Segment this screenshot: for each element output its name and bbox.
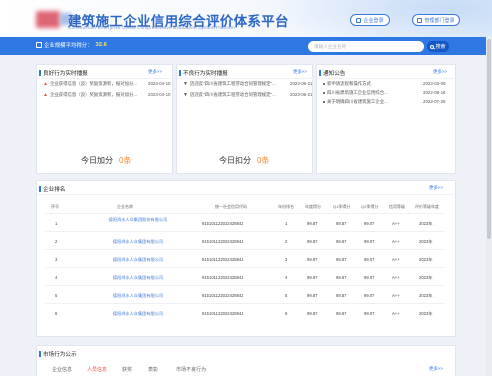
site-logo (36, 11, 60, 28)
today-plus-count: 0条 (119, 156, 132, 165)
site-header: 建筑施工企业信用综合评价体系平台 Construction Enterprise… (0, 0, 492, 37)
tab-bad-market-behavior[interactable]: 市场不良行为 (176, 366, 206, 373)
more-link[interactable]: 更多>> (433, 69, 447, 75)
list-item[interactable]: ▲ 企业获得信息（良）奖励资源积，报对加分... (43, 92, 137, 98)
more-link[interactable]: 更多>> (429, 366, 443, 372)
good-behavior-panel: 良好行为实时播报 更多>> ▲ 企业获得信息（良）奖励资源积，报对加分... 2… (36, 64, 174, 174)
more-link[interactable]: 更多>> (148, 69, 162, 75)
building-icon (356, 17, 362, 23)
company-name-link[interactable]: 德阳鸿水人众集团有限公司 (102, 293, 174, 298)
company-name-link[interactable]: 德阳鸿水人众集团有限公司 (102, 275, 174, 280)
tab-enterprise-info[interactable]: 企业信息 (52, 366, 72, 373)
company-name-link[interactable]: 德阳鸿水人众集团股份有限公司 (102, 217, 174, 222)
average-score-value: 32.6 (95, 42, 107, 48)
list-item[interactable]: ▼ 因违反"四川省建筑工程劳动合同管理规定"... (183, 81, 283, 87)
score-search-bar: 企业规模平均得分： 32.6 搜索 (0, 37, 492, 55)
company-name-link[interactable]: 德阳鸿水人众集团有限公司 (102, 239, 174, 244)
today-minus: 今日扣分 0条 (219, 156, 270, 165)
search-button[interactable]: 搜索 (427, 41, 449, 52)
panel-title: 不良行为实时播报 (179, 69, 228, 77)
tab-personnel-info[interactable]: 人员信息 (87, 366, 107, 373)
bullet-icon (323, 92, 325, 94)
table-header: 序号 企业名称 统一社会信用代码 年份排名 年度得分 Q1季得分 Q2季得分 信… (51, 204, 439, 209)
admin-login-button[interactable]: 管理部门登录 (412, 14, 460, 26)
company-name-link[interactable]: 德阳鸿水人众集团有限公司 (102, 257, 174, 262)
table-row[interactable]: 3 德阳鸿水人众集团有限公司 91510112202242884J 3 99.8… (45, 249, 445, 267)
scrollbar-thumb[interactable] (487, 39, 491, 239)
list-item[interactable]: 新申请流程和操作方式 (323, 81, 371, 87)
table-row[interactable]: 1 德阳鸿水人众集团股份有限公司 91510112202242884J 1 99… (45, 213, 445, 231)
average-score: 企业规模平均得分： 32.6 (36, 41, 107, 49)
thumb-down-icon: ▼ (183, 92, 188, 98)
panel-title: 市场行为公示 (39, 350, 77, 358)
panel-title: 通知公告 (318, 69, 346, 77)
table-row[interactable]: 6 德阳鸿水人众集团有限公司 91510112202242884J 6 99.8… (45, 303, 445, 321)
thumb-up-icon: ▲ (43, 81, 48, 87)
panel-title: 企业排名 (38, 185, 66, 193)
search-icon (430, 44, 435, 49)
thumb-down-icon: ▼ (183, 81, 188, 87)
list-item[interactable]: 关于明确四川省建筑施工企业... (323, 99, 388, 105)
thumb-up-icon: ▲ (43, 92, 48, 98)
bad-behavior-panel: 不良行为实时播报 更多>> ▼ 因违反"四川省建筑工程劳动合同管理规定"... … (176, 64, 314, 174)
list-item[interactable]: 四川省建筑施工企业信用综合... (323, 90, 388, 96)
site-subtitle: Construction Enterprise Credit Comprehen… (68, 25, 235, 30)
table-row[interactable]: 5 德阳鸿水人众集团有限公司 91510112202242884J 5 99.8… (45, 285, 445, 303)
more-link[interactable]: 更多>> (429, 185, 443, 191)
tab-commendations[interactable]: 表彰 (148, 366, 158, 373)
page-scrollbar[interactable] (486, 37, 492, 376)
company-name-link[interactable]: 德阳鸿水人众集团有限公司 (102, 311, 174, 316)
tab-awards[interactable]: 获奖 (122, 366, 132, 373)
panel-title: 良好行为实时播报 (39, 69, 88, 77)
bullet-icon (323, 83, 325, 85)
today-minus-count: 0条 (257, 156, 270, 165)
today-plus: 今日加分 0条 (81, 156, 132, 165)
more-link[interactable]: 更多>> (293, 69, 307, 75)
bullet-icon (323, 101, 325, 103)
notice-panel: 通知公告 更多>> 新申请流程和操作方式 2023-02-09 四川省建筑施工企… (316, 64, 457, 174)
chart-icon (36, 42, 42, 48)
table-row[interactable]: 4 德阳鸿水人众集团有限公司 91510112202242884J 4 99.8… (45, 267, 445, 285)
list-item[interactable]: ▲ 企业获得信息（良）奖励资源积，报对加分... (43, 81, 137, 87)
table-row[interactable]: 2 德阳鸿水人众集团有限公司 91510112202242884J 2 99.8… (45, 231, 445, 249)
user-icon (417, 17, 423, 23)
list-item[interactable]: ▼ 因违反"四川省建筑工程劳动合同管理规定"... (183, 92, 283, 98)
search-input[interactable] (308, 41, 424, 52)
enterprise-login-button[interactable]: 企业登录 (350, 14, 390, 26)
